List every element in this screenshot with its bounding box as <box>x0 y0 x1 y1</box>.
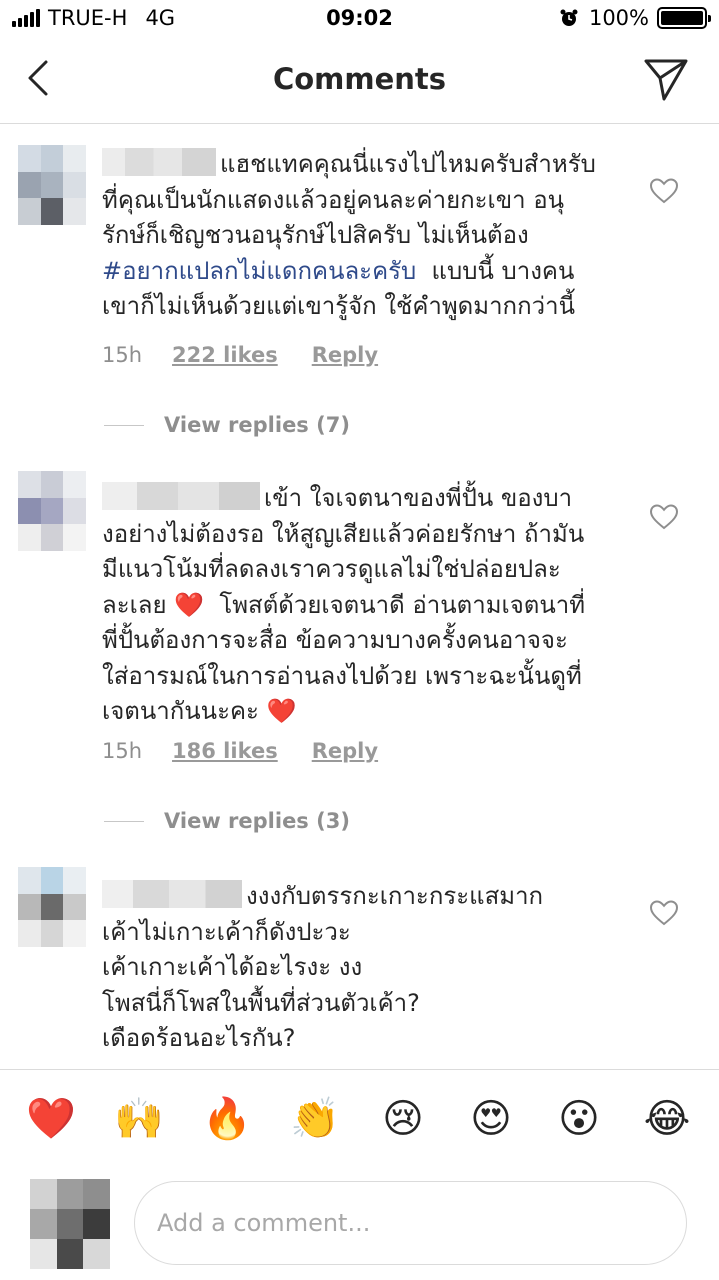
direct-message-icon[interactable] <box>643 56 689 102</box>
my-avatar <box>30 1179 110 1269</box>
emoji-raising-hands[interactable]: 🙌 <box>114 1094 164 1144</box>
avatar[interactable] <box>18 471 86 551</box>
emoji-crying[interactable]: 😢 <box>378 1094 428 1144</box>
comment-input-bar <box>0 1161 719 1280</box>
status-left: TRUE-H 4G <box>12 6 175 30</box>
username[interactable] <box>102 880 242 908</box>
page-title: Comments <box>272 62 447 96</box>
battery-label: 100% <box>588 6 649 30</box>
comment-text: เข้า ใจเจตนาของพี่ปั้น ของบา งอย่างไม่ต้… <box>102 482 586 725</box>
comment-meta: 15h 222 likes Reply <box>102 343 378 367</box>
comment-text: แฮชแทคคุณนี่แรงไปไหมครับสำหรับ ที่คุณเป็… <box>102 148 596 320</box>
status-bar: TRUE-H 4G 09:02 100% <box>0 0 719 40</box>
comment-meta: 15h 186 likes Reply <box>102 739 378 763</box>
username[interactable] <box>102 148 216 176</box>
emoji-heart[interactable]: ❤️ <box>26 1094 76 1144</box>
battery-icon <box>657 7 711 29</box>
divider-line <box>104 820 144 822</box>
emoji-quick-bar: ❤️ 🙌 🔥 👏 😢 😍 😮 😂 <box>0 1069 719 1161</box>
avatar[interactable] <box>18 145 86 225</box>
comment-body: แฮชแทคคุณนี่แรงไปไหมครับสำหรับ ที่คุณเป็… <box>102 147 622 325</box>
view-replies-button[interactable]: View replies (7) <box>104 413 350 437</box>
alarm-icon <box>560 9 578 26</box>
comment-text: งงงกับตรรกะเกาะกระแสมาก เค้าไม่เกาะเค้าก… <box>102 880 544 1052</box>
carrier-label: TRUE-H <box>48 6 128 30</box>
comments-list[interactable]: แฮชแทคคุณนี่แรงไปไหมครับสำหรับ ที่คุณเป็… <box>0 125 719 1069</box>
comment-body: งงงกับตรรกะเกาะกระแสมาก เค้าไม่เกาะเค้าก… <box>102 879 622 1057</box>
heart-icon[interactable] <box>649 177 679 205</box>
comment-body: เข้า ใจเจตนาของพี่ปั้น ของบา งอย่างไม่ต้… <box>102 481 622 730</box>
header: Comments <box>0 40 719 124</box>
status-right: 100% <box>559 6 711 30</box>
avatar[interactable] <box>18 867 86 947</box>
username[interactable] <box>102 482 260 510</box>
likes-link[interactable]: 222 likes <box>172 343 278 367</box>
comment-time: 15h <box>102 739 143 763</box>
view-replies-button[interactable]: View replies (3) <box>104 809 350 833</box>
comment-time: 15h <box>102 343 143 367</box>
heart-icon[interactable] <box>649 503 679 531</box>
emoji-laughing[interactable]: 😂 <box>642 1094 692 1144</box>
hashtag-link[interactable]: #อยากแปลกไม่แดกคนละครับ <box>102 257 416 285</box>
emoji-fire[interactable]: 🔥 <box>202 1094 252 1144</box>
comment-input[interactable] <box>134 1181 687 1265</box>
network-label: 4G <box>145 6 176 30</box>
back-icon[interactable] <box>20 58 60 98</box>
reply-link[interactable]: Reply <box>312 739 378 763</box>
emoji-clapping[interactable]: 👏 <box>290 1094 340 1144</box>
emoji-surprised[interactable]: 😮 <box>554 1094 604 1144</box>
likes-link[interactable]: 186 likes <box>172 739 278 763</box>
reply-link[interactable]: Reply <box>312 343 378 367</box>
divider-line <box>104 424 144 426</box>
signal-icon <box>12 9 40 27</box>
emoji-heart-eyes[interactable]: 😍 <box>466 1094 516 1144</box>
heart-icon[interactable] <box>649 899 679 927</box>
